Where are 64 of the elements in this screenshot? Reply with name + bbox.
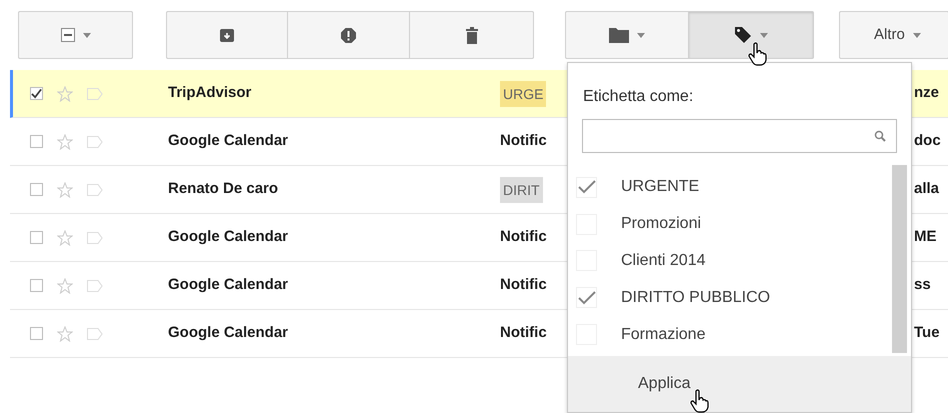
trash-icon: [466, 26, 478, 44]
caret-icon: [912, 32, 921, 38]
caret-icon: [760, 32, 768, 38]
sender-name: Google Calendar: [168, 131, 290, 152]
search-field[interactable]: [582, 119, 897, 153]
star-icon[interactable]: [57, 182, 73, 198]
email-subject: Notific: [500, 323, 547, 344]
archive-icon: [220, 28, 234, 42]
email-subject: Notific: [500, 227, 547, 248]
label-tag: DIRIT: [500, 176, 543, 202]
label-marker-icon[interactable]: [87, 184, 103, 196]
email-snippet: ME: [914, 227, 936, 248]
sender-name: Renato De caro: [168, 179, 280, 200]
checkbox[interactable]: [30, 135, 43, 148]
email-subject: Notific: [500, 131, 547, 152]
label-option[interactable]: URGENTE: [568, 169, 892, 206]
sender-name: Google Calendar: [168, 275, 290, 296]
label-option[interactable]: Formazione: [568, 316, 892, 353]
label-marker-icon[interactable]: [87, 280, 103, 292]
folder-icon: [609, 28, 629, 42]
option-label: Promozioni: [621, 214, 702, 234]
more-button[interactable]: Altro: [839, 11, 948, 59]
delete-button[interactable]: [410, 11, 534, 59]
label-marker-icon[interactable]: [87, 88, 103, 100]
email-snippet: Tue: [914, 323, 940, 344]
exclamation-icon: [341, 28, 356, 42]
menu-title: Etichetta come:: [583, 87, 694, 107]
search-icon: [874, 130, 886, 142]
checkbox[interactable]: [30, 279, 43, 292]
option-label: Formazione: [621, 324, 706, 345]
spam-button[interactable]: [288, 11, 410, 59]
email-subject: Notific: [500, 275, 547, 296]
scrollbar[interactable]: [892, 165, 907, 353]
star-icon[interactable]: [57, 134, 73, 150]
checkbox-icon: [60, 28, 74, 42]
select-button[interactable]: [18, 11, 133, 59]
checkbox[interactable]: [30, 183, 43, 196]
option-label: DIRITTO PUBBLICO: [621, 288, 770, 308]
archive-button[interactable]: [166, 11, 288, 59]
star-icon[interactable]: [57, 278, 73, 294]
label-marker-icon[interactable]: [87, 328, 103, 340]
email-snippet: alla: [914, 179, 940, 200]
star-icon[interactable]: [57, 230, 73, 246]
label-tag: URGE: [500, 80, 546, 106]
sender-name: TripAdvisor: [168, 83, 252, 104]
sender-name: Google Calendar: [168, 227, 290, 248]
email-snippet: doc: [914, 131, 941, 152]
label-marker-icon[interactable]: [87, 232, 103, 244]
sender-name: Google Calendar: [168, 323, 290, 344]
checkbox[interactable]: [30, 327, 43, 340]
email-snippet: nze: [914, 83, 940, 104]
caret-icon: [82, 32, 90, 38]
labels-button[interactable]: [689, 11, 814, 59]
checkbox[interactable]: [30, 231, 43, 244]
tag-icon: [734, 26, 752, 44]
email-snippet: ss: [914, 275, 931, 296]
move-button[interactable]: [565, 11, 689, 59]
option-label: URGENTE: [621, 177, 700, 198]
label-marker-icon[interactable]: [87, 136, 103, 148]
caret-icon: [637, 32, 645, 38]
star-icon[interactable]: [57, 326, 73, 342]
star-icon[interactable]: [57, 86, 73, 102]
apply-button[interactable]: Applica: [568, 356, 911, 412]
checkbox[interactable]: [30, 87, 43, 100]
